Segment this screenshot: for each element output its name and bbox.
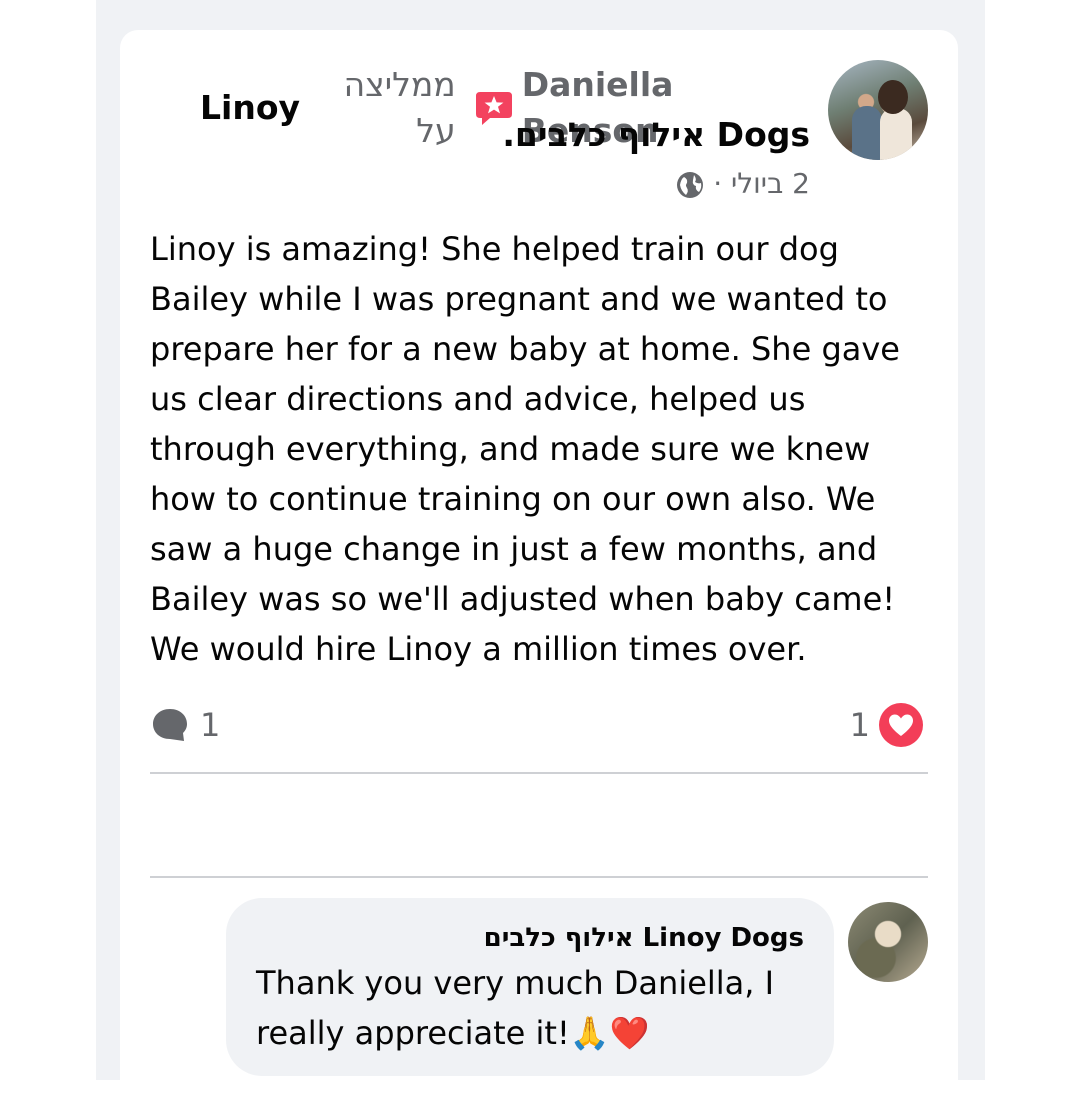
post-date[interactable]: 2 ביולי · [713,162,810,206]
reply-author-name[interactable]: Linoy Dogs אילוף כלבים [240,918,804,958]
divider [150,876,928,878]
post-body-line: Bailey while I was pregnant and we wante… [150,280,888,318]
post-body-line: how to continue training on our own also… [150,480,876,518]
post-body-line: Bailey was so we'll adjusted when baby c… [150,580,896,618]
reply-text-line: really appreciate it!🙏❤️ [256,1014,650,1052]
post-body-line: Linoy is amazing! She helped train our d… [150,230,839,268]
post-body-line: prepare her for a new baby at home. She … [150,330,900,368]
post-meta: 2 ביולי · [200,162,810,206]
comment-count-button[interactable]: 1 [150,700,220,750]
post-body-line: We would hire Linoy a million times over… [150,630,807,668]
reply-author-avatar[interactable] [848,902,928,982]
love-reaction-icon [878,702,924,748]
reply-text-line: Thank you very much Daniella, I [256,964,775,1002]
post-body-line: saw a huge change in just a few months, … [150,530,878,568]
post-body-line: through everything, and made sure we kne… [150,430,871,468]
divider [150,772,928,774]
globe-icon[interactable] [675,169,705,199]
post-body: Linoy is amazing! She helped train our d… [150,224,940,674]
comment-bubble-icon [150,705,190,745]
reactions-summary[interactable]: 1 [850,700,924,750]
post-body-line: us clear directions and advice, helped u… [150,380,806,418]
reaction-count: 1 [849,706,870,744]
reply-comment-text: Thank you very much Daniella, I really a… [256,958,816,1058]
target-page-name[interactable]: Dogs אילוף כלבים. [200,112,810,158]
author-avatar[interactable] [828,60,928,160]
comment-count: 1 [200,706,221,744]
